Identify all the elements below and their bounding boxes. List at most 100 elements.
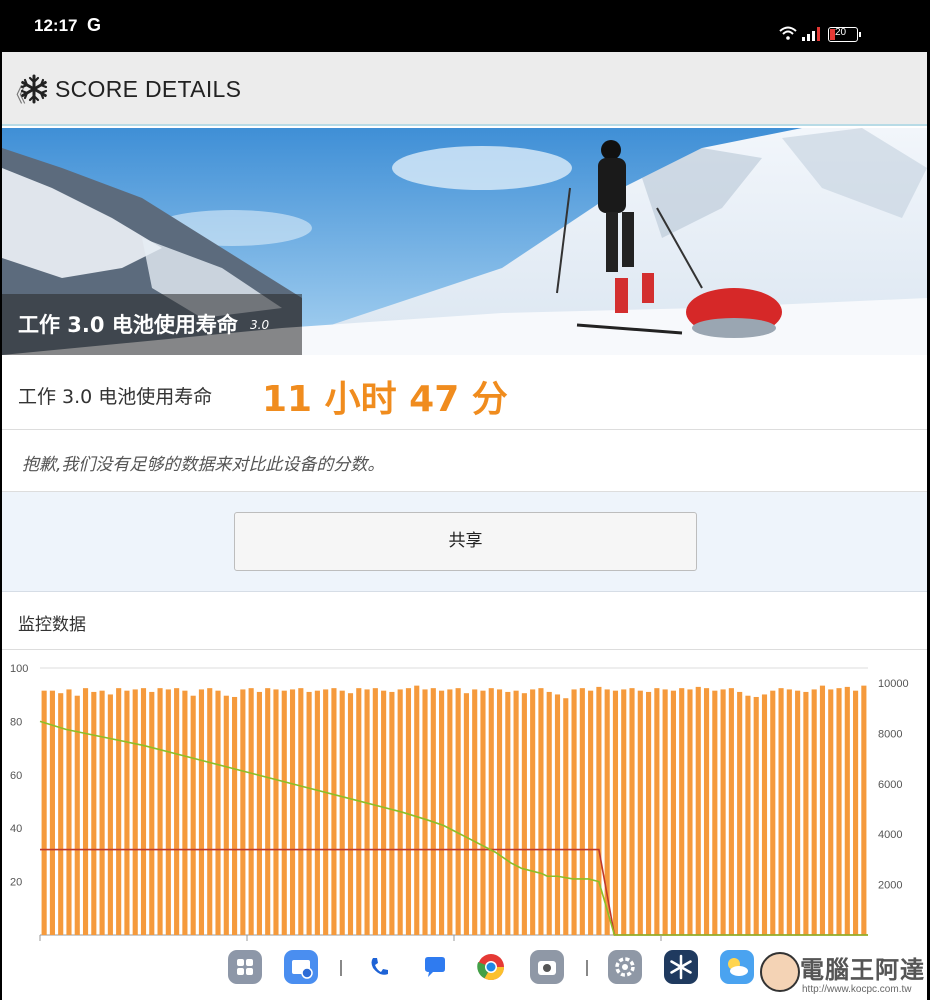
left-axis-tick-label: 100 — [10, 663, 28, 675]
chart-bar — [41, 690, 47, 935]
right-axis-tick-label: 8000 — [878, 728, 902, 740]
taskbar-dock — [226, 946, 766, 994]
chart-bar — [455, 688, 461, 935]
dock-separator — [340, 960, 342, 976]
chart-bar — [521, 693, 527, 935]
chart-bar — [99, 690, 105, 935]
chart-bar — [182, 690, 188, 935]
chart-bar — [439, 690, 445, 935]
chart-bar — [422, 689, 428, 935]
chart-bar — [778, 688, 784, 935]
snowflake-icon[interactable] — [18, 73, 50, 105]
chart-bar — [381, 690, 387, 935]
page-title: SCORE DETAILS — [55, 76, 242, 102]
chart-bar — [803, 691, 809, 935]
chart-bar — [844, 686, 850, 935]
chart-bar — [480, 690, 486, 935]
chart-bar — [298, 688, 304, 935]
score-row: 工作 3.0 电池使用寿命 11 小时 47 分 — [2, 355, 927, 430]
chart-bar — [323, 689, 329, 935]
chart-bar — [496, 689, 503, 935]
weather-icon[interactable] — [720, 950, 754, 984]
chart-bar — [256, 691, 262, 935]
chart-bar — [314, 690, 320, 935]
chart-bar — [132, 689, 138, 935]
apps-grid-icon[interactable] — [228, 950, 262, 984]
chart-bar — [629, 688, 635, 935]
chart-bar — [405, 688, 412, 935]
comparison-note: 抱歉,我们没有足够的数据来对比此设备的分数。 — [22, 455, 385, 475]
chart-bar — [82, 688, 89, 935]
right-axis-tick-label: 10000 — [878, 678, 909, 690]
chart-bar — [703, 688, 710, 935]
chart-bar — [430, 688, 436, 935]
left-axis-tick-label: 20 — [10, 877, 22, 889]
chart-bar — [828, 689, 834, 935]
chart-bar — [240, 689, 246, 935]
chart-bar — [861, 685, 867, 935]
chart-bar — [654, 688, 660, 935]
chart-bar — [289, 689, 296, 935]
chart-bar — [662, 689, 668, 935]
chart-bar — [58, 693, 64, 935]
chart-bar — [786, 689, 792, 935]
app-window: 《 SCORE DETAILS 工作 3.0 电池使用寿命 3.0 工作 3.0… — [2, 52, 927, 1000]
chart-bar — [49, 690, 55, 935]
chart-bar — [447, 689, 453, 935]
battery-icon: 20 — [828, 27, 861, 42]
pcmark-icon[interactable] — [664, 950, 698, 984]
chart-bar — [207, 688, 213, 935]
chart-bar — [621, 689, 627, 935]
battery-level: 20 — [835, 27, 847, 38]
cpu-clock-line — [40, 848, 868, 936]
files-icon[interactable] — [284, 950, 318, 984]
settings-icon[interactable] — [608, 950, 642, 984]
chart-bar — [306, 691, 312, 935]
chart-bar — [339, 690, 345, 935]
chart-bar — [356, 688, 362, 935]
chrome-icon[interactable] — [474, 950, 508, 984]
left-axis-tick-label: 40 — [10, 823, 22, 835]
watermark-brand: 電腦王阿達 — [800, 956, 925, 984]
chart-bar — [646, 691, 652, 935]
chart-bar — [215, 690, 221, 935]
chart-bar — [488, 688, 494, 935]
chart-bar — [795, 690, 801, 935]
messages-icon[interactable] — [418, 950, 452, 984]
chart-bar — [687, 689, 693, 935]
hero-version: 3.0 — [250, 318, 270, 332]
chart-bar — [530, 689, 536, 935]
chart-bar — [91, 691, 97, 935]
chart-bar — [414, 685, 420, 935]
chart-bar — [505, 691, 511, 935]
chart-bar — [472, 689, 478, 935]
chart-bar — [347, 693, 354, 935]
hero-title: 工作 3.0 电池使用寿命 — [18, 313, 238, 337]
status-time: 12:17 — [34, 16, 78, 35]
camera-icon[interactable] — [530, 950, 564, 984]
status-bar: 12:17 G 20 — [0, 0, 930, 52]
phone-icon[interactable] — [362, 950, 396, 984]
chart-bar — [165, 689, 171, 935]
chart-bar — [554, 694, 561, 935]
chart-bar — [190, 695, 196, 935]
battery-level-line — [39, 720, 868, 936]
share-button[interactable]: 共享 — [234, 512, 697, 571]
chart-bar — [819, 685, 826, 935]
watermark: 電腦王阿達 http://www.kocpc.com.tw — [758, 948, 930, 1000]
chart-bar — [745, 695, 751, 935]
signal-icon — [802, 27, 820, 41]
chart-bar — [612, 690, 619, 935]
comparison-note-row: 抱歉,我们没有足够的数据来对比此设备的分数。 — [2, 430, 927, 492]
right-axis-tick-label: 6000 — [878, 779, 902, 791]
chart-bar — [588, 690, 594, 935]
chart-bar — [538, 688, 544, 935]
wifi-icon — [779, 26, 797, 40]
chart-bar — [463, 693, 469, 935]
chart-bar — [223, 695, 229, 935]
left-axis-tick-label: 60 — [10, 770, 22, 782]
chart-bar — [140, 688, 147, 935]
chart-bar — [232, 696, 238, 935]
left-axis-tick-label: 80 — [10, 716, 22, 728]
chart-bar — [596, 686, 602, 935]
